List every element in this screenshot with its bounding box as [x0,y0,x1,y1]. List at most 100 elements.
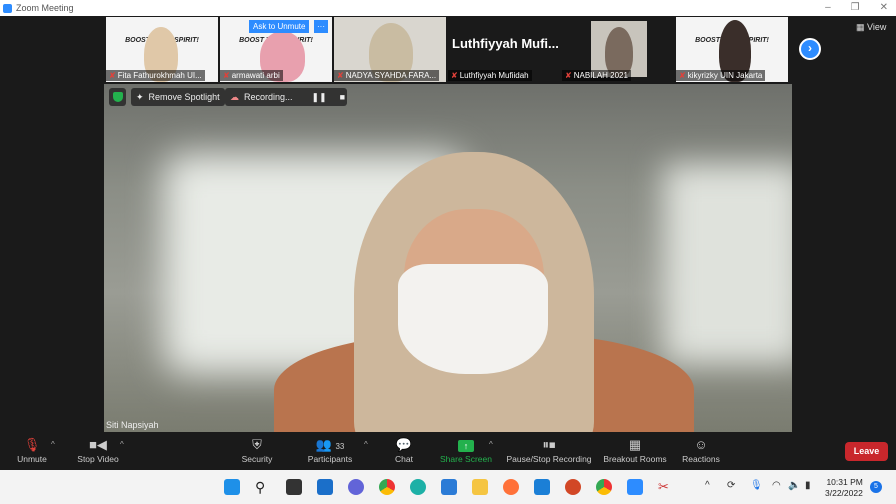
widgets-icon[interactable] [317,479,333,495]
chrome-icon[interactable] [379,479,395,495]
edge-icon[interactable] [410,479,426,495]
battery-icon[interactable]: ▮ [805,480,811,491]
cloud-record-icon: ☁ [230,91,239,102]
participant-name: Luthfiyyah Mufiidah [459,71,529,80]
audio-options-caret[interactable]: ^ [51,440,55,449]
reactions-button[interactable]: ☺ Reactions [680,436,722,464]
view-label: View [867,22,887,32]
pause-stop-recording-button[interactable]: ⏸⏹ Pause/Stop Recording [505,436,593,464]
smiley-icon: ☺ [694,437,708,452]
participants-count: 33 [335,442,345,451]
mic-muted-icon: ✘ [679,71,686,80]
more-options-button[interactable]: ··· [314,20,328,33]
participants-label: Participants [307,454,353,464]
clock-date: 3/22/2022 [825,488,863,498]
participant-big-name: Luthfiyyah Mufi... [452,36,559,51]
show-hidden-icons[interactable]: ^ [705,480,710,491]
close-button[interactable]: ✕ [880,0,888,16]
participant-tile[interactable]: BOOST YOUR SPIRIT! Ask to Unmute ··· ✘ar… [220,17,332,82]
chat-bubble-icon: 💬 [395,437,413,452]
participant-tile[interactable]: ✘ NADYA SYAHDA FARA... [334,17,446,82]
microphone-icon[interactable]: 🎙 [750,480,763,491]
app-icon[interactable] [441,479,457,495]
notification-badge[interactable]: 5 [870,481,882,493]
zoom-app-icon[interactable] [627,479,643,495]
ask-to-unmute-button[interactable]: Ask to Unmute [249,20,310,33]
shield-icon: ⛨ [252,437,262,452]
breakout-rooms-button[interactable]: ▦ Breakout Rooms [602,436,668,464]
participant-name: kikyrizky UIN Jakarta [687,71,763,80]
meeting-toolbar: 🎙 Unmute ^ ■◀ Stop Video ^ ⛨ Security 👥 33 P… [0,432,896,470]
leave-button[interactable]: Leave [845,442,888,461]
remove-spotlight-label: Remove Spotlight [148,92,220,102]
remove-spotlight-button[interactable]: ✦ Remove Spotlight [131,88,225,106]
recording-label: Pause/Stop Recording [506,454,592,464]
participants-options-caret[interactable]: ^ [364,440,368,449]
pause-stop-icon: ⏸⏹ [542,437,556,452]
share-options-caret[interactable]: ^ [489,440,493,449]
firefox-icon[interactable] [503,479,519,495]
mail-icon[interactable] [534,479,550,495]
wifi-icon[interactable]: ◠ [772,480,781,491]
stop-recording-icon[interactable]: ■ [340,92,345,102]
unmute-label: Unmute [17,454,47,464]
security-status-icon[interactable] [109,88,126,106]
zoom-logo-icon [3,3,12,13]
security-label: Security [241,454,273,464]
powerpoint-icon[interactable] [565,479,581,495]
reactions-label: Reactions [682,454,720,464]
participant-name: NABILAH 2021 [573,71,628,80]
system-clock[interactable]: 10:31 PM 3/22/2022 [825,477,863,499]
participants-button[interactable]: 👥 33 Participants [306,436,354,464]
pin-icon: ✦ [136,91,144,102]
unmute-button[interactable]: 🎙 Unmute [14,436,50,464]
recording-label: Recording... [244,92,293,102]
clock-time: 10:31 PM [826,477,863,487]
stop-video-label: Stop Video [77,454,119,464]
snipping-tool-icon[interactable]: ✂ [658,479,674,495]
search-icon[interactable]: ⚲ [255,479,271,495]
stop-video-button[interactable]: ■◀ Stop Video [72,436,124,464]
participant-name: NADYA SYAHDA FARA... [345,71,437,80]
participant-name: armawati arbi [231,71,280,80]
mic-muted-icon: ✘ [451,71,458,80]
security-button[interactable]: ⛨ Security [238,436,276,464]
mic-muted-icon: 🎙 [23,437,41,452]
participant-tile[interactable]: ✘ NABILAH 2021 [562,17,674,82]
share-arrow-icon: ↑ [458,440,474,452]
next-page-button[interactable]: › [799,38,821,60]
main-video [104,84,792,432]
chat-label: Chat [395,454,413,464]
sync-icon[interactable]: ⟳ [727,480,735,491]
speaker-name: Siti Napsiyah [106,420,159,430]
minimize-button[interactable]: – [825,0,831,16]
start-icon[interactable] [224,479,240,495]
people-icon: 👥 [315,437,332,452]
share-screen-button[interactable]: ↑ Share Screen [440,436,492,464]
teams-chat-icon[interactable] [348,479,364,495]
file-explorer-icon[interactable] [472,479,488,495]
grid-icon: ▦ [628,437,642,452]
video-options-caret[interactable]: ^ [120,440,124,449]
grid-icon: ▦ [856,22,868,32]
maximize-button[interactable]: ❐ [851,0,860,16]
mic-muted-icon: ✘ [565,71,572,80]
title-bar: Zoom Meeting – ❐ ✕ [0,0,896,16]
participant-name: Fita Fathurokhmah UI... [117,71,202,80]
mic-muted-icon: ✘ [109,71,116,80]
participant-tile[interactable]: BOOST YOUR SPIRIT! ✘kikyrizky UIN Jakart… [676,17,788,82]
recording-indicator: ☁ Recording... ❚❚ ■ [225,88,347,106]
video-camera-icon: ■◀ [89,437,107,452]
chat-button[interactable]: 💬 Chat [390,436,418,464]
pause-recording-icon[interactable]: ❚❚ [312,92,327,103]
window-title: Zoom Meeting [16,3,74,13]
volume-icon[interactable]: 🔈 [788,480,800,491]
participant-tile[interactable]: BOOST YOUR SPIRIT! ✘Fita Fathurokhmah UI… [106,17,218,82]
share-screen-label: Share Screen [440,454,492,464]
participant-tile[interactable]: Luthfiyyah Mufi... ✘ Luthfiyyah Mufiidah [448,17,560,82]
mic-muted-icon: ✘ [337,71,344,80]
task-view-icon[interactable] [286,479,302,495]
chrome-profile-icon[interactable] [596,479,612,495]
view-button[interactable]: ▦ View [852,20,890,35]
participants-icon-row: 👥 33 [306,436,354,454]
